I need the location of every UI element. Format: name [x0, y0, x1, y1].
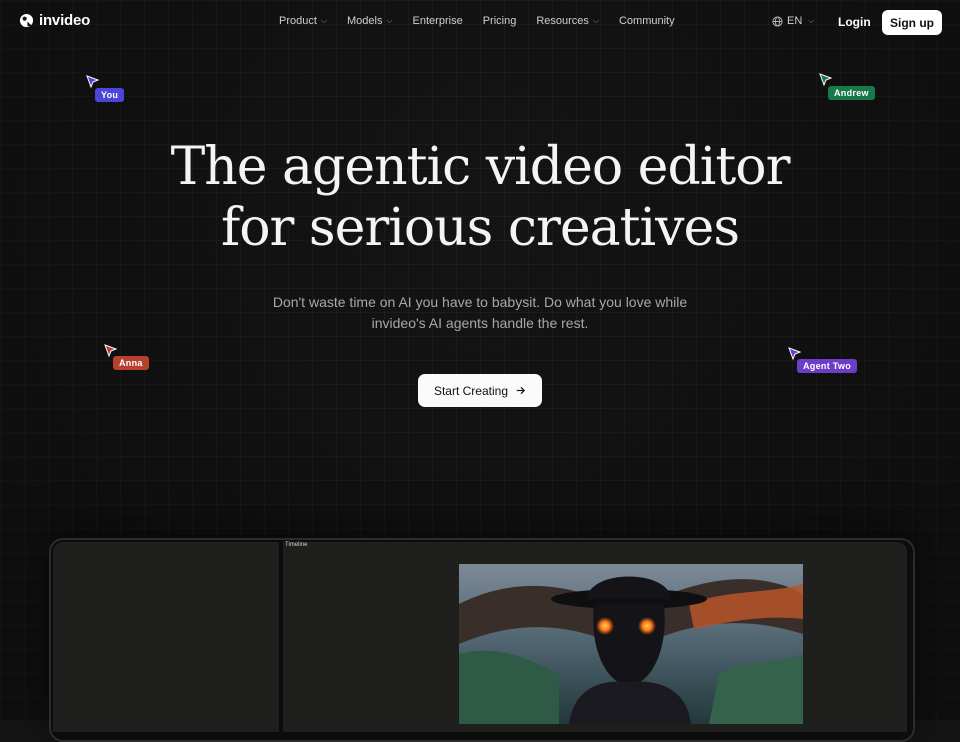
arrow-right-icon [516, 386, 526, 395]
menu-item-pricing[interactable]: Pricing [483, 15, 517, 27]
globe-icon [772, 15, 783, 27]
editor-sidebar-panel [53, 542, 279, 732]
logo[interactable]: invideo [19, 12, 90, 29]
cursor-tag-anna: Anna [113, 356, 149, 370]
cursor-tag-agent-two: Agent Two [797, 359, 858, 373]
start-creating-label: Start Creating [433, 383, 509, 398]
chevron-down-icon: ⌵ [320, 16, 327, 25]
menu-item-label: Models [347, 15, 383, 27]
hero-title-line-2: for serious creatives [220, 198, 740, 258]
menu-item-resources[interactable]: Resources ⌵ [536, 15, 599, 27]
language-selector[interactable]: EN ⌵ [772, 15, 814, 27]
chevron-down-icon: ⌵ [592, 16, 599, 25]
video-preview[interactable] [459, 564, 803, 724]
hero-subtitle-line-2: invideo's AI agents handle the rest. [371, 315, 589, 331]
menu-item-label: Enterprise [412, 15, 463, 27]
video-frame-image [459, 564, 803, 724]
language-label: EN [787, 15, 803, 27]
menu-item-label: Product [279, 15, 317, 27]
menu-item-label: Pricing [482, 15, 517, 27]
main-menu: Product ⌵ Models ⌵ Enterprise Pricing Re… [279, 15, 695, 27]
menu-item-community[interactable]: Community [619, 15, 675, 27]
pointer-cursor-icon [819, 73, 833, 87]
invideo-logo-icon [19, 13, 34, 28]
menu-item-product[interactable]: Product ⌵ [279, 15, 327, 27]
top-navigation: invideo Product ⌵ Models ⌵ Enterprise Pr… [0, 0, 960, 44]
cursor-tag-andrew: Andrew [828, 86, 875, 100]
menu-item-models[interactable]: Models ⌵ [347, 15, 393, 27]
hero-subtitle-line-1: Don't waste time on AI you have to babys… [272, 294, 688, 310]
start-creating-button[interactable]: Start Creating [418, 374, 542, 407]
login-link[interactable]: Login [838, 15, 871, 29]
pointer-cursor-icon [86, 75, 100, 89]
menu-item-label: Community [618, 15, 675, 27]
cursor-andrew [819, 73, 833, 87]
menu-item-label: Resources [536, 15, 589, 27]
chevron-down-icon: ⌵ [386, 16, 393, 25]
hero-title-line-1: The agentic video editor [170, 137, 791, 197]
signup-button[interactable]: Sign up [882, 10, 942, 35]
logo-text: invideo [39, 12, 91, 29]
cursor-you [86, 75, 100, 89]
cursor-tag-you: You [95, 88, 125, 102]
menu-item-enterprise[interactable]: Enterprise [413, 15, 463, 27]
timeline-panel-label: Timeline [285, 542, 308, 548]
chevron-down-icon: ⌵ [808, 16, 815, 25]
